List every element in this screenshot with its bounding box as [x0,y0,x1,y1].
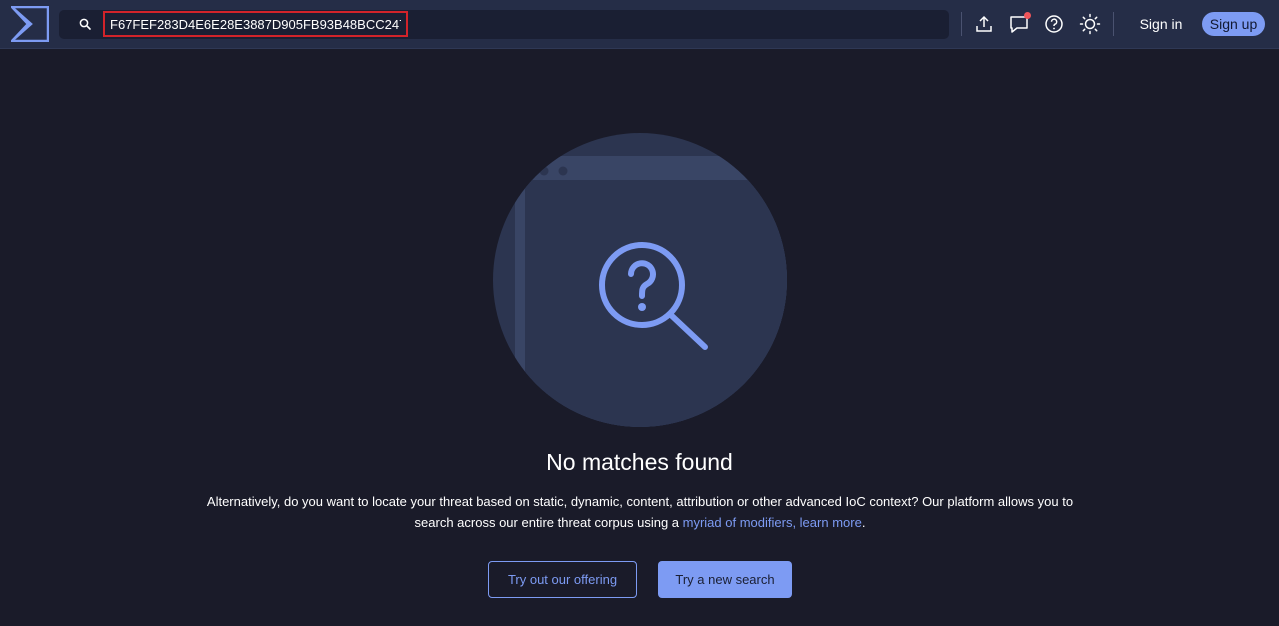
new-search-button[interactable]: Try a new search [658,561,792,598]
sign-in-button[interactable]: Sign in [1130,13,1192,35]
theme-toggle-icon[interactable] [1079,13,1101,35]
search-question-icon [492,132,788,428]
search-bar[interactable] [59,10,949,39]
toolbar-divider [1113,12,1114,36]
upload-icon[interactable] [973,13,995,35]
sign-up-button[interactable]: Sign up [1202,12,1265,36]
search-icon [79,18,92,31]
no-results-heading: No matches found [546,449,733,475]
modifiers-learn-more-link[interactable]: myriad of modifiers, learn more [683,515,862,530]
search-input[interactable] [103,11,408,37]
description-end: . [861,515,866,530]
sigma-logo-icon[interactable] [9,5,50,43]
description-text: Alternatively, do you want to locate you… [206,494,1074,530]
try-offering-button[interactable]: Try out our offering [488,561,637,598]
notification-dot [1024,12,1031,19]
top-bar: Sign in Sign up [0,0,1279,49]
help-icon[interactable] [1043,13,1065,35]
no-results-description: Alternatively, do you want to locate you… [200,491,1080,533]
toolbar-divider [961,12,962,36]
chat-icon[interactable] [1008,12,1031,35]
